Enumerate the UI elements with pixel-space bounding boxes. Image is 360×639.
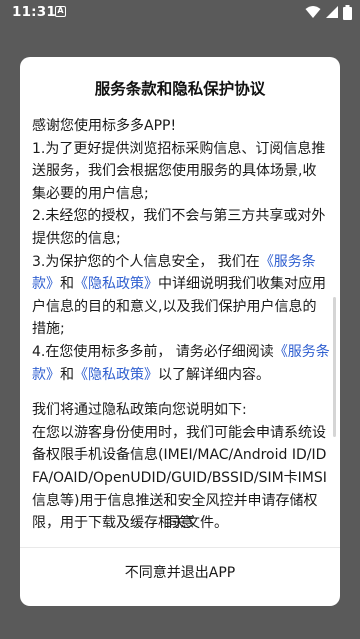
agree-button[interactable]: 同意 (20, 512, 340, 532)
item-1: 1.为了更好提供浏览招标采购信息、订阅信息推送服务，我们会根据您使用服务的具体场… (32, 140, 326, 202)
privacy-policy-link[interactable]: 《隐私政策》 (74, 276, 158, 292)
dialog-content[interactable]: 感谢您使用标多多APP! 1.为了更好提供浏览招标采购信息、订阅信息推送服务，我… (32, 115, 330, 547)
item-2: 2.未经您的授权，我们不会与第三方共享或对外提供您的信息; (32, 208, 326, 247)
item-3-pre: 3.为保护您的个人信息安全， 我们在 (32, 253, 260, 270)
intro-text: 感谢您使用标多多APP! (32, 118, 177, 134)
status-bar: 11:31 A (0, 0, 360, 24)
battery-icon (343, 4, 352, 20)
privacy-dialog: 服务条款和隐私保护协议 感谢您使用标多多APP! 1.为了更好提供浏览招标采购信… (20, 57, 340, 606)
system-icons (305, 4, 352, 20)
status-time: 11:31 (12, 4, 56, 20)
content-scrollbar[interactable] (333, 297, 336, 437)
section-2-heading: 我们将通过隐私政策向您说明如下: (32, 402, 247, 419)
dialog-title: 服务条款和隐私保护协议 (94, 80, 266, 98)
privacy-policy-link-2[interactable]: 《隐私政策》 (74, 367, 158, 383)
wifi-icon (305, 6, 321, 18)
item-4: 4.在您使用标多多前， 请务必仔细阅读《服务条款》和《隐私政策》以了解详细内容。 (32, 341, 330, 386)
item-4-mid: 和 (60, 366, 74, 383)
disagree-exit-button[interactable]: 不同意并退出APP (20, 562, 340, 582)
item-4-post: 以了解详细内容。 (158, 366, 270, 383)
download-box-icon: A (55, 6, 66, 17)
signal-icon (326, 6, 338, 18)
button-divider (20, 547, 340, 548)
item-3-mid: 和 (60, 276, 74, 293)
item-3: 3.为保护您的个人信息安全， 我们在《服务条款》和《隐私政策》中详细说明我们收集… (32, 251, 330, 341)
item-4-pre: 4.在您使用标多多前， 请务必仔细阅读 (32, 343, 274, 360)
